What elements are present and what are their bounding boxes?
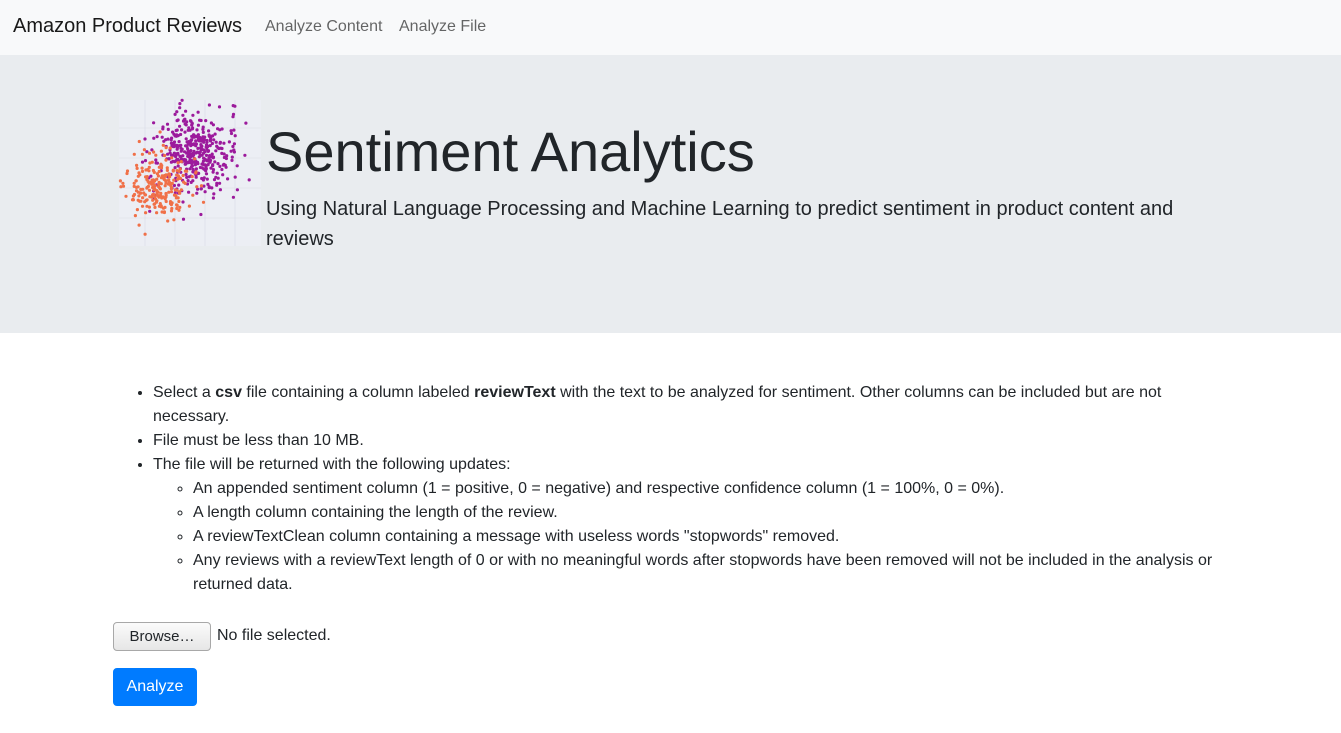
reviewtext-keyword: reviewText	[474, 384, 556, 401]
scatter-logo-image	[118, 98, 261, 246]
sublist-item-length: A length column containing the length of…	[193, 501, 1223, 525]
browse-button[interactable]: Browse…	[113, 622, 211, 651]
sublist-item-sentiment: An appended sentiment column (1 = positi…	[193, 477, 1223, 501]
instruction-item-csv: Select a csv file containing a column la…	[153, 381, 1223, 429]
page-subtitle: Using Natural Language Processing and Ma…	[266, 198, 1174, 250]
page-title: Sentiment Analytics	[266, 120, 755, 183]
file-status-text: No file selected.	[217, 627, 331, 644]
navbar-brand[interactable]: Amazon Product Reviews	[13, 15, 242, 38]
csv-keyword: csv	[215, 384, 242, 401]
instructions: Select a csv file containing a column la…	[153, 381, 1223, 597]
instruction-item-size: File must be less than 10 MB.	[153, 429, 1223, 453]
sublist-item-excluded: Any reviews with a reviewText length of …	[193, 549, 1223, 597]
navbar: Amazon Product Reviews Analyze Content A…	[0, 0, 1341, 55]
update-sublist: An appended sentiment column (1 = positi…	[153, 477, 1223, 597]
nav-link-analyze-content[interactable]: Analyze Content	[265, 18, 382, 36]
sublist-item-clean: A reviewTextClean column containing a me…	[193, 525, 1223, 549]
instruction-list: Select a csv file containing a column la…	[153, 381, 1223, 597]
analyze-button[interactable]: Analyze	[113, 668, 197, 706]
nav-link-analyze-file[interactable]: Analyze File	[399, 18, 486, 36]
instruction-item-updates: The file will be returned with the follo…	[153, 453, 1223, 597]
